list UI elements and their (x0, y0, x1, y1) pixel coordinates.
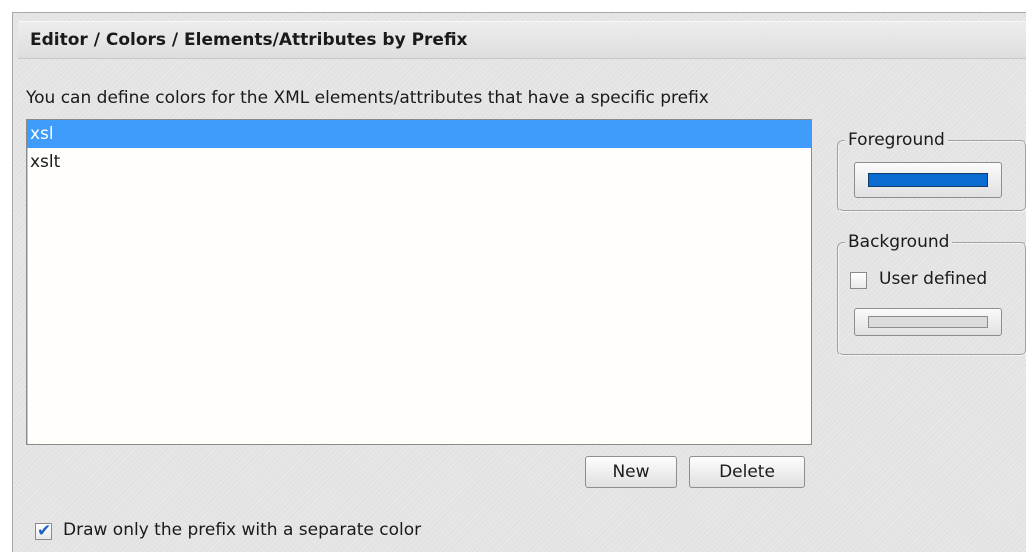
prefix-list[interactable]: xsl xslt (26, 119, 812, 445)
foreground-color-button[interactable] (854, 162, 1002, 198)
list-item-xslt[interactable]: xslt (27, 148, 811, 176)
draw-prefix-checkbox[interactable]: ✔ (35, 521, 52, 541)
page-title-bar: Editor / Colors / Elements/Attributes by… (18, 21, 1026, 59)
foreground-group: Foreground (837, 130, 1026, 212)
background-color-button[interactable] (854, 308, 1002, 336)
background-color-swatch (868, 316, 988, 328)
foreground-color-swatch (868, 173, 988, 187)
checkmark-icon: ✔ (37, 521, 52, 541)
foreground-legend: Foreground (845, 130, 948, 150)
user-defined-checkbox[interactable] (850, 272, 867, 289)
new-button[interactable]: New (585, 456, 677, 488)
list-item-xsl[interactable]: xsl (27, 120, 811, 148)
user-defined-label: User defined (879, 269, 988, 289)
background-legend: Background (845, 232, 953, 252)
delete-button[interactable]: Delete (689, 456, 805, 488)
background-group: Background User defined (837, 232, 1026, 356)
description-text: You can define colors for the XML elemen… (26, 88, 709, 108)
draw-prefix-label: Draw only the prefix with a separate col… (63, 520, 422, 540)
page-title: Editor / Colors / Elements/Attributes by… (30, 30, 468, 50)
